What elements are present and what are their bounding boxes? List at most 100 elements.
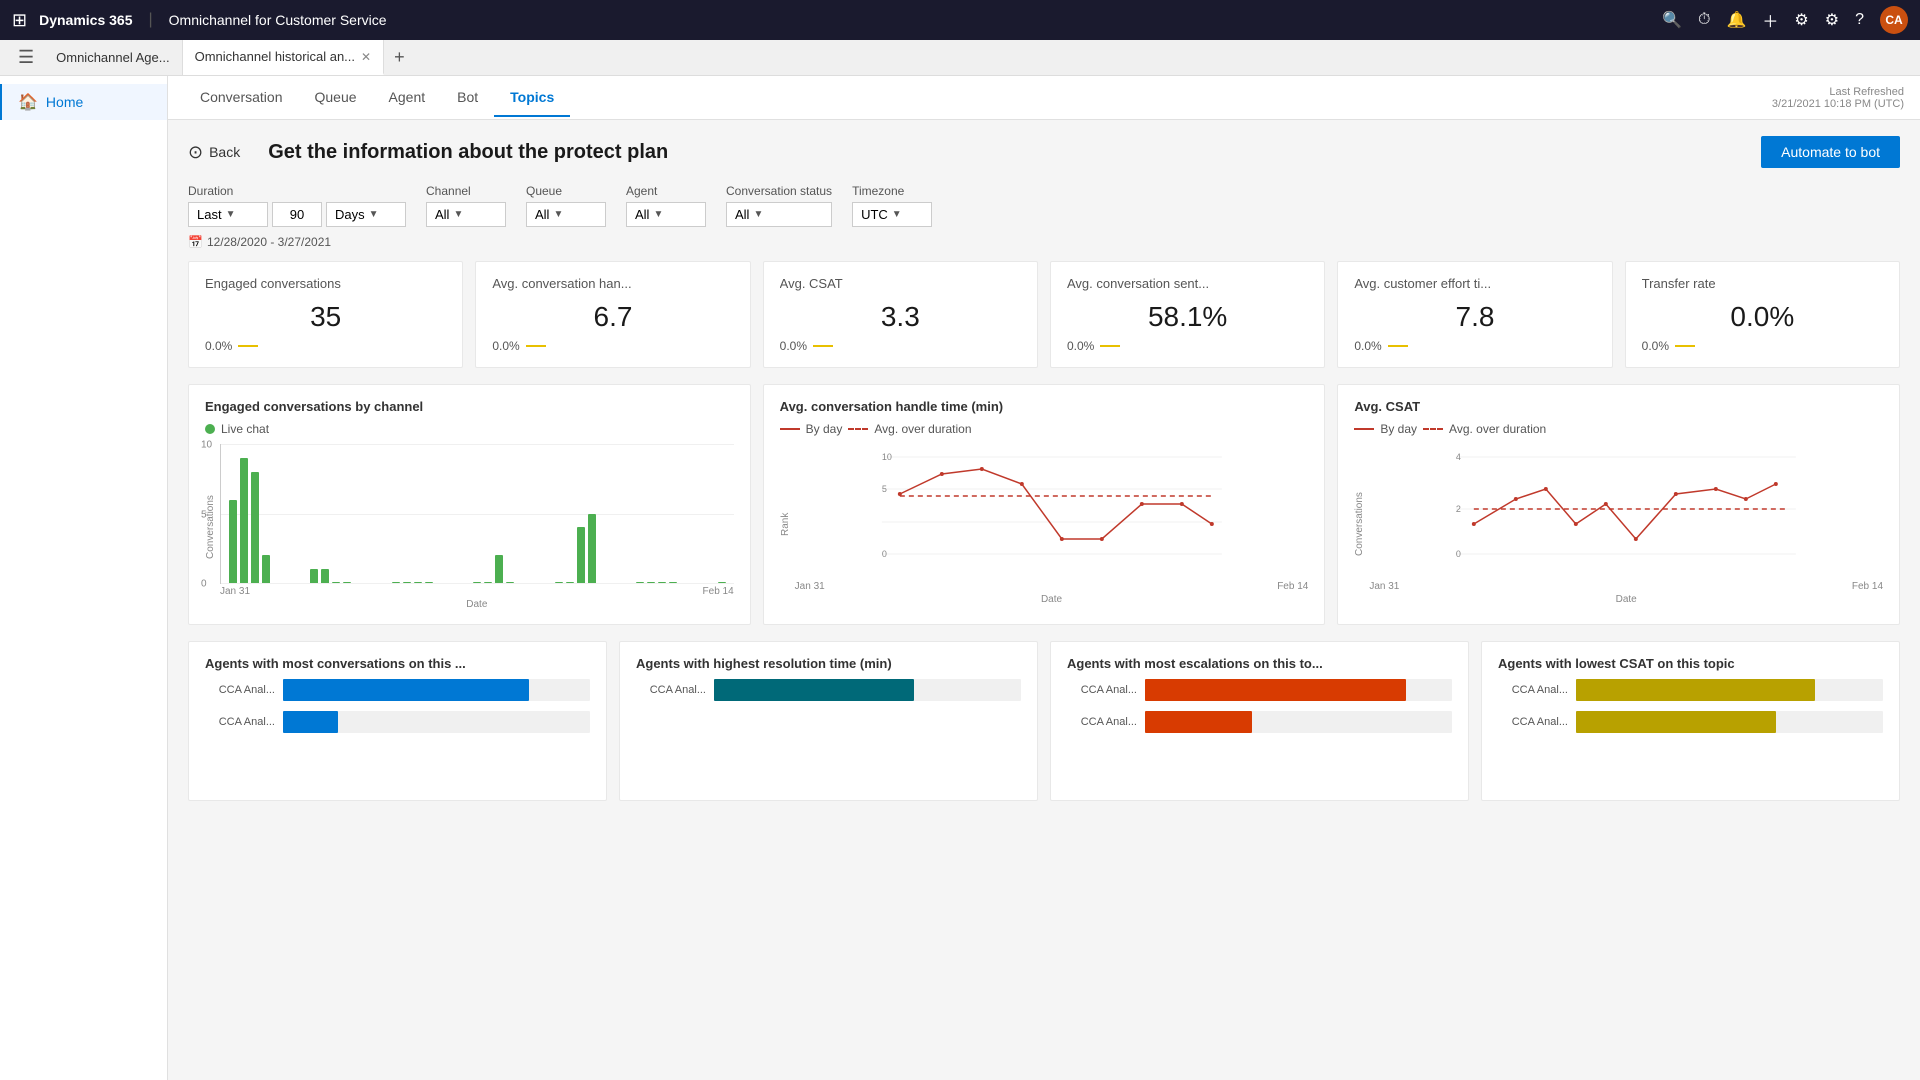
bar (636, 582, 644, 583)
kpi-trend-indicator (1675, 345, 1695, 347)
svg-text:4: 4 (1456, 452, 1461, 462)
hbar-fill (283, 711, 338, 733)
main-content: Conversation Queue Agent Bot Topics Last… (168, 76, 1920, 1080)
bar (403, 582, 411, 583)
conv-status-filter: Conversation status All ▼ (726, 184, 832, 227)
bar (262, 555, 270, 583)
bar (495, 555, 503, 583)
header-row: ⊙ Back Get the information about the pro… (188, 136, 1900, 168)
apps-icon[interactable]: ⊞ (12, 10, 27, 31)
kpi-footer: 0.0% (205, 339, 446, 353)
bar (577, 527, 585, 583)
legend-dashed (1423, 428, 1443, 430)
bar (392, 582, 400, 583)
hbar-fill (283, 679, 529, 701)
tab-label: Omnichannel Age... (56, 50, 169, 65)
sidebar-item-home[interactable]: 🏠 Home (0, 84, 167, 120)
kpi-value: 3.3 (780, 301, 1021, 333)
tab-bot[interactable]: Bot (441, 79, 494, 117)
settings-icon[interactable]: ⚙ (1825, 10, 1839, 30)
home-icon: 🏠 (18, 92, 38, 112)
page-title: Get the information about the protect pl… (268, 141, 668, 164)
app-name: Omnichannel for Customer Service (169, 12, 387, 28)
kpi-pct: 0.0% (492, 339, 519, 353)
kpi-title: Avg. conversation han... (492, 276, 733, 291)
tab-omnichannel-hist[interactable]: Omnichannel historical an... ✕ (183, 40, 384, 75)
hbar-track (1145, 679, 1452, 701)
hbar-fill (1576, 711, 1776, 733)
add-tab-button[interactable]: + (384, 40, 415, 75)
bottom-chart-card: Agents with most escalations on this to.… (1050, 641, 1469, 801)
tab-omnichannel-age[interactable]: Omnichannel Age... (44, 40, 182, 75)
timezone-dropdown[interactable]: UTC ▼ (852, 202, 932, 227)
tab-queue[interactable]: Queue (299, 79, 373, 117)
timezone-filter: Timezone UTC ▼ (852, 184, 932, 227)
chart-legend: Live chat (205, 422, 734, 436)
chart-row: Engaged conversations by channel Live ch… (188, 384, 1900, 625)
calendar-icon: 📅 (188, 235, 203, 249)
search-icon[interactable]: 🔍 (1662, 10, 1682, 30)
kpi-footer: 0.0% (1067, 339, 1308, 353)
bar (343, 582, 351, 583)
legend-line (1354, 428, 1374, 430)
legend-line (780, 428, 800, 430)
chevron-down-icon: ▼ (653, 209, 663, 220)
brand-label: Dynamics 365 (39, 12, 132, 28)
kpi-trend-indicator (813, 345, 833, 347)
bar-chart-area: 10 5 0 (220, 444, 734, 584)
kpi-title: Engaged conversations (205, 276, 446, 291)
svg-text:0: 0 (882, 549, 887, 559)
filter-icon[interactable]: ⚙ (1794, 10, 1808, 30)
kpi-pct: 0.0% (1067, 339, 1094, 353)
hbar-row: CCA Anal... (1498, 711, 1883, 733)
hbar-track (1576, 711, 1883, 733)
bottom-chart-card: Agents with lowest CSAT on this topic CC… (1481, 641, 1900, 801)
kpi-title: Avg. customer effort ti... (1354, 276, 1595, 291)
conv-status-dropdown[interactable]: All ▼ (726, 202, 832, 227)
bottom-chart-card: Agents with highest resolution time (min… (619, 641, 1038, 801)
duration-value-input[interactable] (272, 202, 322, 227)
page-tabs: Conversation Queue Agent Bot Topics Last… (168, 76, 1920, 120)
main-layout: 🏠 Home Conversation Queue Agent Bot (0, 76, 1920, 1080)
last-refreshed: Last Refreshed 3/21/2021 10:18 PM (UTC) (1772, 86, 1904, 110)
bottom-chart-title: Agents with most escalations on this to.… (1067, 656, 1452, 671)
hamburger-menu[interactable]: ☰ (8, 40, 44, 75)
bar (414, 582, 422, 583)
kpi-trend-indicator (238, 345, 258, 347)
bar (240, 458, 248, 583)
tab-close-icon[interactable]: ✕ (361, 50, 371, 64)
channel-dropdown[interactable]: All ▼ (426, 202, 506, 227)
kpi-trend-indicator (1388, 345, 1408, 347)
legend-dot (205, 424, 215, 434)
avg-csat-chart: Avg. CSAT By day Avg. over duration Conv… (1337, 384, 1900, 625)
page-tabs-list: Conversation Queue Agent Bot Topics (184, 79, 570, 117)
help-icon[interactable]: ? (1855, 11, 1864, 29)
back-button[interactable]: ⊙ Back (188, 142, 240, 163)
hbar-track (1145, 711, 1452, 733)
bars-group (221, 444, 734, 583)
bar (484, 582, 492, 583)
bar (321, 569, 329, 583)
chart-legend: By day Avg. over duration (780, 422, 1309, 436)
duration-unit-dropdown[interactable]: Days ▼ (326, 202, 406, 227)
kpi-trend-indicator (1100, 345, 1120, 347)
tab-topics[interactable]: Topics (494, 79, 570, 117)
tab-agent[interactable]: Agent (373, 79, 442, 117)
avatar[interactable]: CA (1880, 6, 1908, 34)
hbar-label: CCA Anal... (1498, 716, 1568, 728)
hbar-label: CCA Anal... (205, 684, 275, 696)
tab-conversation[interactable]: Conversation (184, 79, 299, 117)
agent-dropdown[interactable]: All ▼ (626, 202, 706, 227)
hbar-label: CCA Anal... (1067, 684, 1137, 696)
recent-icon[interactable]: ⏱ (1698, 11, 1710, 29)
kpi-value: 6.7 (492, 301, 733, 333)
automate-to-bot-button[interactable]: Automate to bot (1761, 136, 1900, 168)
back-icon: ⊙ (188, 142, 203, 163)
hbar-row: CCA Anal... (205, 711, 590, 733)
notifications-icon[interactable]: 🔔 (1726, 10, 1746, 30)
queue-dropdown[interactable]: All ▼ (526, 202, 606, 227)
kpi-card: Avg. customer effort ti... 7.8 0.0% (1337, 261, 1612, 368)
duration-last-dropdown[interactable]: Last ▼ (188, 202, 268, 227)
new-icon[interactable]: ＋ (1762, 8, 1778, 32)
kpi-title: Transfer rate (1642, 276, 1883, 291)
